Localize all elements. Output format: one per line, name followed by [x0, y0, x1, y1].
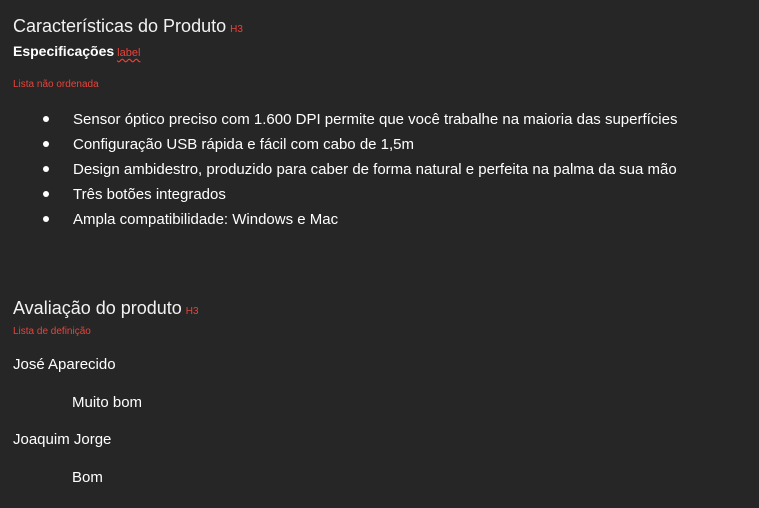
- bullet-icon: [43, 116, 49, 122]
- list-item-text: Design ambidestro, produzido para caber …: [73, 161, 677, 178]
- review-rating: Bom: [72, 469, 103, 486]
- list-item-text: Três botões integrados: [73, 186, 226, 203]
- list-item: Configuração USB rápida e fácil com cabo…: [13, 133, 733, 158]
- list-item: Ampla compatibilidade: Windows e Mac: [13, 208, 733, 233]
- label-tag: label: [117, 47, 141, 59]
- list-item-text: Configuração USB rápida e fácil com cabo…: [73, 136, 415, 153]
- list-item-text: Ampla compatibilidade: Windows e Mac: [73, 211, 339, 228]
- product-features-heading: Características do Produto H3: [13, 14, 243, 42]
- bullet-icon: [43, 166, 49, 172]
- heading-tag-h3: H3: [185, 306, 199, 317]
- review-rating: Muito bom: [72, 394, 143, 411]
- list-item: Três botões integrados: [13, 183, 733, 208]
- bullet-icon: [43, 141, 49, 147]
- specifications-label-text: Especificações: [13, 43, 115, 59]
- list-item: Design ambidestro, produzido para caber …: [13, 158, 733, 183]
- specifications-label: Especificações label: [13, 41, 140, 63]
- list-item-text: Sensor óptico preciso com 1.600 DPI perm…: [73, 111, 678, 128]
- unordered-list-note: Lista não ordenada: [13, 79, 99, 90]
- product-features-heading-text: Características do Produto: [13, 16, 227, 36]
- bullet-icon: [43, 191, 49, 197]
- product-review-heading-text: Avaliação do produto: [13, 298, 182, 318]
- heading-tag-h3: H3: [230, 24, 243, 35]
- definition-list-note: Lista de definição: [13, 326, 91, 337]
- bullet-icon: [43, 216, 49, 222]
- reviewer-name: Joaquim Jorge: [13, 431, 112, 448]
- product-review-heading: Avaliação do produto H3: [13, 296, 199, 324]
- reviewer-name: José Aparecido: [13, 356, 116, 373]
- list-item: Sensor óptico preciso com 1.600 DPI perm…: [13, 108, 733, 133]
- specifications-list: Sensor óptico preciso com 1.600 DPI perm…: [13, 108, 733, 233]
